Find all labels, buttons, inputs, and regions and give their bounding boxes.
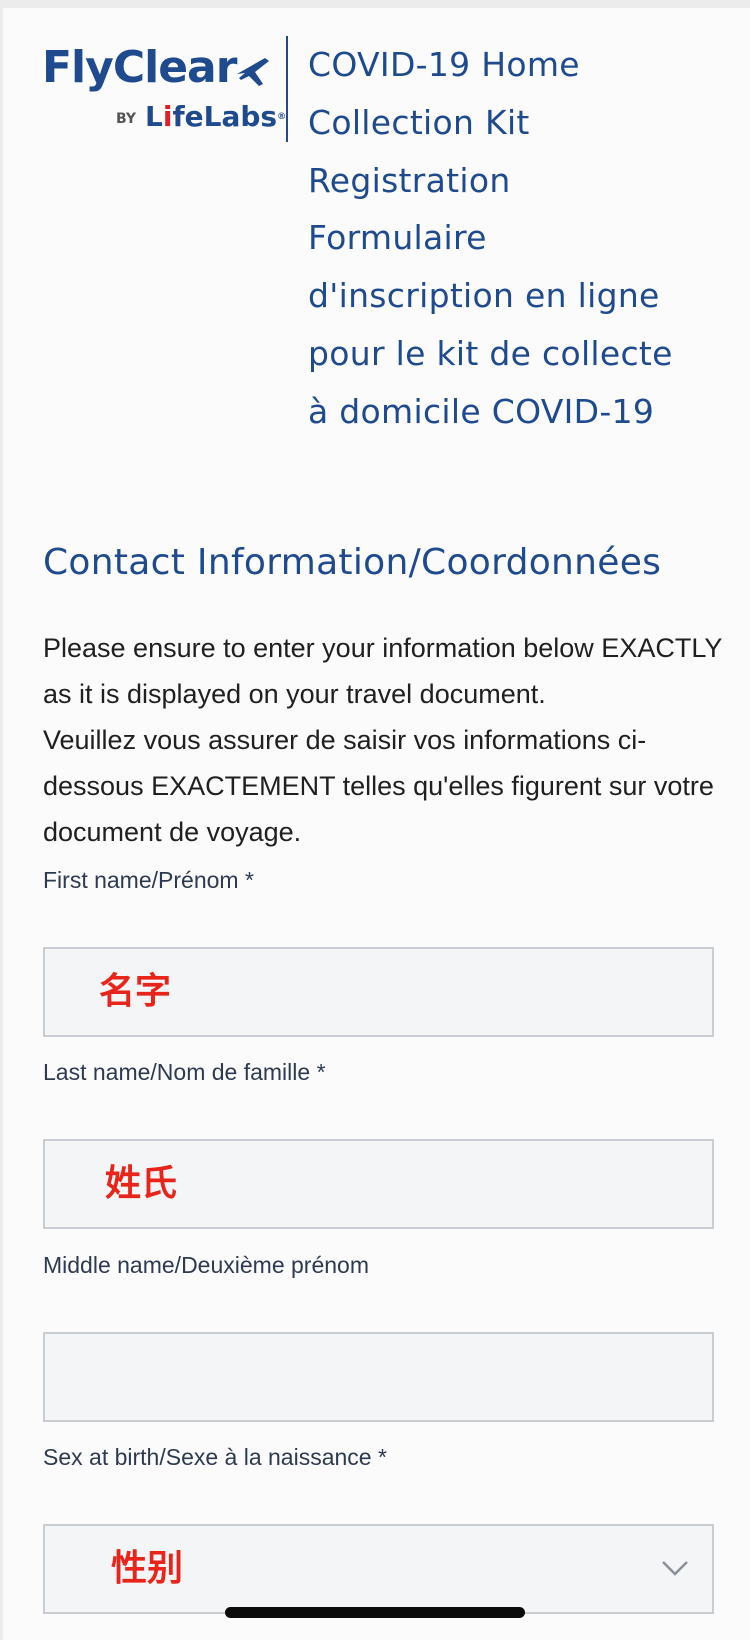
middle-name-input[interactable] bbox=[43, 1332, 714, 1422]
title-line: COVID-19 Home bbox=[308, 45, 580, 84]
lifelabs-prefix: L bbox=[145, 100, 163, 133]
title-line: Registration bbox=[308, 160, 511, 200]
title-line: pour le kit de collecte bbox=[308, 333, 673, 373]
chevron-down-icon bbox=[662, 1561, 688, 1576]
header-divider bbox=[286, 36, 288, 142]
page-title: COVID-19 Home Collection Kit Registratio… bbox=[308, 36, 728, 441]
title-line: Collection Kit bbox=[308, 102, 530, 142]
lifelabs-accent: i bbox=[162, 100, 173, 133]
last-name-label: Last name/Nom de famille * bbox=[43, 1059, 326, 1085]
lifelabs-rest: feLabs bbox=[172, 100, 278, 133]
home-indicator[interactable] bbox=[225, 1607, 525, 1618]
sex-at-birth-value: 性别 bbox=[111, 1548, 184, 1589]
instructions: Please ensure to enter your information … bbox=[43, 625, 733, 855]
sex-at-birth-label: Sex at birth/Sexe à la naissance * bbox=[43, 1444, 387, 1470]
lifelabs-logo-text: LifeLabs® bbox=[145, 100, 286, 134]
first-name-value: 名字 bbox=[99, 971, 172, 1012]
first-name-input[interactable]: 名字 bbox=[43, 947, 714, 1037]
last-name-input[interactable]: 姓氏 bbox=[43, 1139, 714, 1229]
instructions-french: Veuillez vous assurer de saisir vos info… bbox=[43, 725, 714, 847]
title-line: Formulaire bbox=[308, 218, 487, 258]
instructions-english: Please ensure to enter your information … bbox=[43, 633, 722, 709]
header: FlyClear BY LifeLabs® COVID-19 Home Coll… bbox=[41, 28, 731, 448]
last-name-value: 姓氏 bbox=[105, 1163, 178, 1204]
registered-mark: ® bbox=[277, 112, 287, 122]
page: FlyClear BY LifeLabs® COVID-19 Home Coll… bbox=[3, 8, 750, 1640]
section-title: Contact Information/Coordonnées bbox=[43, 542, 662, 583]
title-line: d'inscription en ligne bbox=[308, 276, 660, 316]
flyclear-logo: FlyClear BY LifeLabs® bbox=[41, 42, 286, 134]
logo-by-text: BY bbox=[116, 111, 137, 127]
first-name-label: First name/Prénom * bbox=[43, 867, 254, 893]
sex-at-birth-select[interactable]: 性别 bbox=[43, 1524, 714, 1614]
title-line: à domicile COVID-19 bbox=[308, 391, 655, 431]
middle-name-label: Middle name/Deuxième prénom bbox=[43, 1252, 369, 1278]
logo-brand-text: FlyClear bbox=[42, 42, 237, 93]
airplane-icon bbox=[237, 58, 269, 86]
